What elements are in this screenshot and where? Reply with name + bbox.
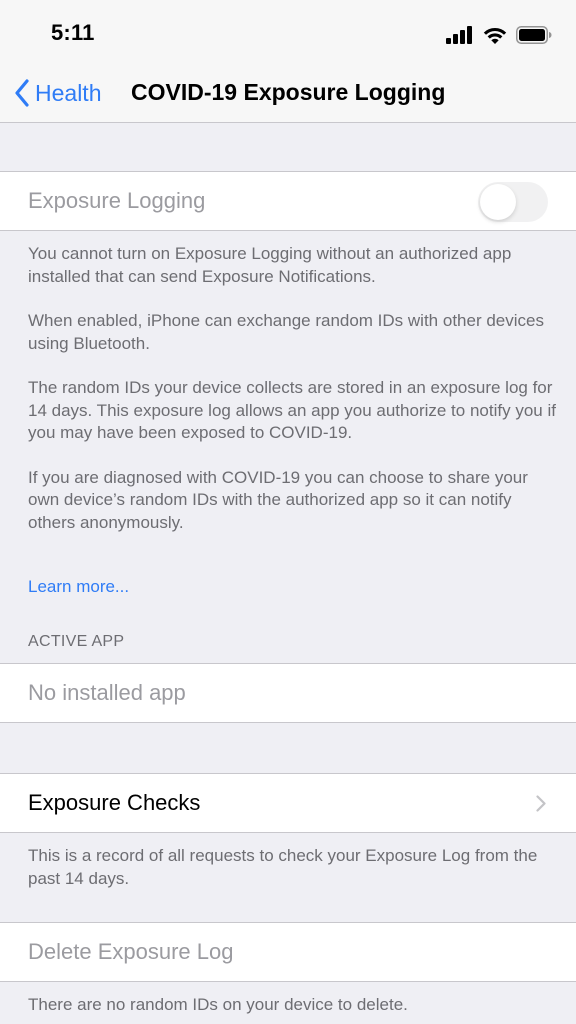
screen: 5:11 Health COVID-19 Exposure Logging Ex…: [0, 0, 576, 1024]
exposure-checks-cell[interactable]: Exposure Checks: [0, 773, 576, 833]
exposure-logging-label: Exposure Logging: [28, 188, 206, 213]
exposure-logging-toggle[interactable]: [478, 182, 548, 222]
exposure-checks-label: Exposure Checks: [28, 790, 201, 815]
cellular-signal-icon: [446, 26, 472, 44]
battery-icon: [516, 26, 552, 44]
footer-paragraph: If you are diagnosed with COVID-19 you c…: [28, 467, 528, 532]
delete-exposure-log-label: Delete Exposure Log: [28, 939, 234, 964]
status-icons: [446, 24, 552, 46]
page-title: COVID-19 Exposure Logging: [131, 79, 446, 105]
learn-more-link[interactable]: Learn more...: [28, 577, 129, 597]
footer-paragraph: When enabled, iPhone can exchange random…: [28, 311, 544, 353]
wifi-icon: [483, 27, 507, 44]
back-button-label: Health: [35, 79, 102, 106]
active-app-header: ACTIVE APP: [28, 633, 125, 650]
status-bar: 5:11: [0, 0, 576, 64]
status-time: 5:11: [51, 20, 95, 45]
footer-paragraph: The random IDs your device collects are …: [28, 378, 556, 442]
delete-log-footer: There are no random IDs on your device t…: [28, 995, 408, 1014]
navigation-bar: Health COVID-19 Exposure Logging: [0, 64, 576, 123]
active-app-cell: No installed app: [0, 663, 576, 723]
back-button[interactable]: Health: [14, 76, 101, 110]
footer-paragraph: You cannot turn on Exposure Logging with…: [28, 244, 512, 286]
toggle-knob: [480, 184, 516, 220]
active-app-value: No installed app: [28, 680, 186, 705]
exposure-checks-footer: This is a record of all requests to chec…: [28, 846, 538, 888]
exposure-logging-footer: You cannot turn on Exposure Logging with…: [28, 243, 558, 556]
chevron-left-icon: [15, 79, 29, 107]
exposure-logging-cell: Exposure Logging: [0, 171, 576, 231]
chevron-right-icon: [536, 795, 546, 812]
delete-exposure-log-cell: Delete Exposure Log: [0, 922, 576, 982]
